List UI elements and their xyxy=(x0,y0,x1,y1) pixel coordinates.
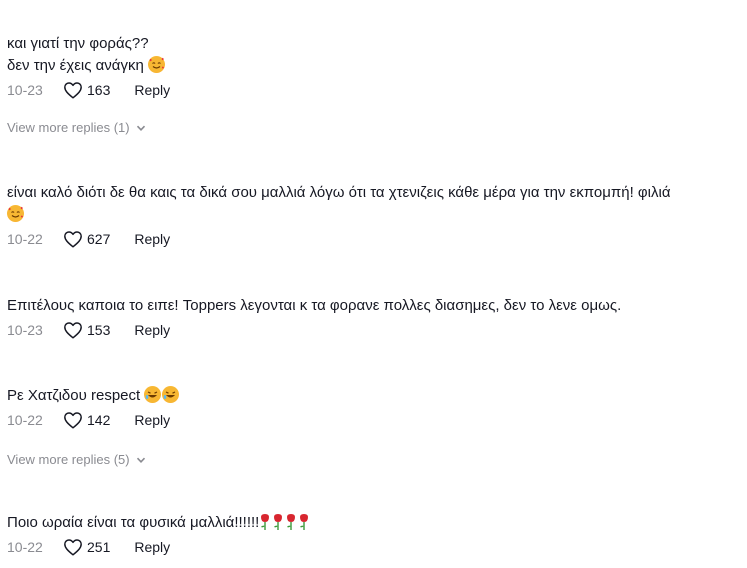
comment-date: 10-22 xyxy=(7,231,43,247)
heart-icon xyxy=(64,322,82,339)
heart-icon xyxy=(64,539,82,556)
like-button[interactable]: 627 xyxy=(63,230,110,248)
heart-icon xyxy=(64,231,82,248)
comment-text: Επιτέλους καποια το ειπε! Toppers λεγοντ… xyxy=(7,297,622,314)
rofl-emoji-icon xyxy=(144,386,162,403)
reply-button[interactable]: Reply xyxy=(134,231,170,247)
like-count: 251 xyxy=(87,539,111,555)
comment-meta: 10-22 142 Reply xyxy=(7,410,737,430)
chevron-down-icon xyxy=(136,125,145,131)
like-button[interactable]: 163 xyxy=(63,81,110,99)
comment-1: και γιατί την φοράς?? δεν την έχεις ανάγ… xyxy=(7,33,737,100)
comment-date: 10-22 xyxy=(7,412,43,428)
like-button[interactable]: 153 xyxy=(63,321,110,339)
comment-meta: 10-22 627 Reply xyxy=(7,229,737,249)
like-count: 163 xyxy=(87,82,111,98)
comment-meta: 10-23 153 Reply xyxy=(7,320,737,340)
view-more-replies-button[interactable]: View more replies (1) xyxy=(7,120,146,135)
comment-3: Επιτέλους καποια το ειπε! Toppers λεγοντ… xyxy=(7,295,737,340)
rose-emoji-icon xyxy=(259,514,311,531)
like-count: 153 xyxy=(87,322,111,338)
reply-button[interactable]: Reply xyxy=(134,539,170,555)
comment-text: Ρε Χατζιδου respect xyxy=(7,385,737,407)
comment-meta: 10-22 251 Reply xyxy=(7,537,737,557)
like-count: 627 xyxy=(87,231,111,247)
comment-text: είναι καλό διότι δε θα καις τα δικά σου … xyxy=(7,182,737,226)
view-more-label: View more replies (5) xyxy=(7,452,130,467)
heart-icon xyxy=(64,412,82,429)
comment-meta: 10-23 163 Reply xyxy=(7,80,737,100)
like-count: 142 xyxy=(87,412,111,428)
reply-button[interactable]: Reply xyxy=(134,82,170,98)
comment-date: 10-23 xyxy=(7,82,43,98)
reply-button[interactable]: Reply xyxy=(134,322,170,338)
rofl-emoji-icon xyxy=(162,386,180,403)
reply-button[interactable]: Reply xyxy=(134,412,170,428)
smiling-hearts-emoji-icon xyxy=(147,56,165,73)
like-button[interactable]: 251 xyxy=(63,538,110,556)
comment-text: Ποιο ωραία είναι τα φυσικά μαλλιά!!!!!! xyxy=(7,512,737,534)
like-button[interactable]: 142 xyxy=(63,411,110,429)
view-more-label: View more replies (1) xyxy=(7,120,130,135)
chevron-down-icon xyxy=(136,457,145,463)
comment-5: Ποιο ωραία είναι τα φυσικά μαλλιά!!!!!! … xyxy=(7,512,737,557)
comment-text: και γιατί την φοράς?? δεν την έχεις ανάγ… xyxy=(7,33,737,77)
comment-date: 10-23 xyxy=(7,322,43,338)
heart-icon xyxy=(64,82,82,99)
smiling-hearts-emoji-icon xyxy=(7,205,24,222)
comment-4: Ρε Χατζιδου respect 10-22 142 Reply xyxy=(7,385,737,430)
comment-2: είναι καλό διότι δε θα καις τα δικά σου … xyxy=(7,182,737,249)
comment-date: 10-22 xyxy=(7,539,43,555)
view-more-replies-button[interactable]: View more replies (5) xyxy=(7,452,146,467)
